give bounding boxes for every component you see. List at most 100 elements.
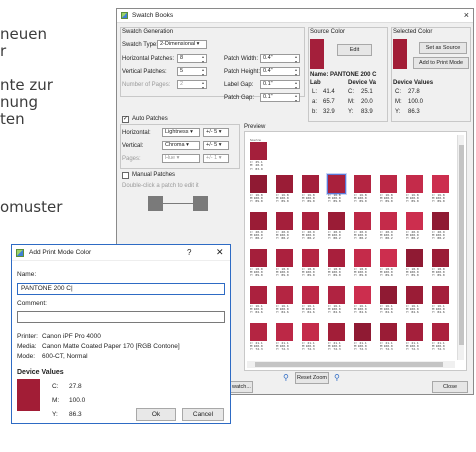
auto-horizontal-range[interactable]: +/- 5 ▾ bbox=[203, 128, 229, 137]
preview-patch[interactable]: C: 16.8 M:100.0 Y: 89.0 bbox=[354, 175, 371, 204]
preview-patch[interactable]: C: 21.1 M:100.0 Y: 72.3 bbox=[276, 323, 293, 352]
name-label: Name: bbox=[17, 271, 37, 278]
patch-values: C: 16.1 M:100.0 Y: 84.6 bbox=[432, 304, 445, 315]
patch-values: C: 25.1 M: 20.0 Y: 83.9 bbox=[250, 160, 263, 171]
preview-patch[interactable]: C: 21.1 M:100.0 Y: 72.3 bbox=[354, 323, 371, 352]
set-as-source-button[interactable]: Set as Source bbox=[419, 42, 467, 54]
preview-patch[interactable]: C: 21.1 M:100.0 Y: 72.3 bbox=[406, 323, 423, 352]
device-c-value: 25.1 bbox=[361, 89, 373, 95]
auto-vertical-range[interactable]: +/- 5 ▾ bbox=[203, 141, 229, 150]
close-icon[interactable]: × bbox=[464, 10, 469, 20]
vertical-patches-stepper[interactable]: 5 bbox=[177, 67, 207, 77]
swatch-books-titlebar: Swatch Books × bbox=[117, 9, 473, 23]
preview-patch[interactable]: C: 18.0 M:100.0 Y: 89.0 bbox=[302, 249, 319, 278]
preview-patch[interactable]: C: 16.8 M:100.0 Y: 89.0 bbox=[432, 175, 449, 204]
preview-patch[interactable]: C: 20.9 M:100.0 Y: 88.2 bbox=[302, 212, 319, 241]
manual-patch[interactable] bbox=[148, 196, 163, 211]
preview-patch[interactable]: C: 20.9 M:100.0 Y: 88.2 bbox=[328, 212, 345, 241]
preview-patch[interactable]: C: 18.0 M:100.0 Y: 89.0 bbox=[380, 249, 397, 278]
patch-values: C: 16.1 M:100.0 Y: 84.6 bbox=[276, 304, 289, 315]
preview-patch[interactable]: C: 16.1 M:100.0 Y: 84.6 bbox=[276, 286, 293, 315]
auto-horizontal-select[interactable]: Lightness ▾ bbox=[162, 128, 200, 137]
patch-color bbox=[250, 323, 267, 341]
preview-patch[interactable]: C: 16.1 M:100.0 Y: 84.6 bbox=[406, 286, 423, 315]
help-icon[interactable]: ? bbox=[187, 248, 191, 257]
selected-m-label: M: bbox=[395, 99, 402, 105]
preview-patch[interactable]: C: 16.8 M:100.0 Y: 89.0 bbox=[302, 175, 319, 204]
comment-field[interactable] bbox=[17, 311, 225, 323]
preview-patch[interactable]: C: 21.1 M:100.0 Y: 72.3 bbox=[302, 323, 319, 352]
preview-patch[interactable]: C: 20.9 M:100.0 Y: 88.2 bbox=[276, 212, 293, 241]
preview-patch[interactable]: C: 20.9 M:100.0 Y: 88.2 bbox=[380, 212, 397, 241]
preview-patch[interactable]: C: 18.0 M:100.0 Y: 89.0 bbox=[354, 249, 371, 278]
patch-values: C: 16.1 M:100.0 Y: 84.6 bbox=[250, 304, 263, 315]
close-button[interactable]: Close bbox=[432, 381, 468, 393]
preview-patch[interactable]: C: 16.8 M:100.0 Y: 89.0 bbox=[380, 175, 397, 204]
preview-patch[interactable]: C: 21.1 M:100.0 Y: 72.3 bbox=[328, 323, 345, 352]
auto-pages-range[interactable]: +/- 1 ▾ bbox=[203, 154, 229, 163]
label-gap-stepper[interactable]: 0.1" bbox=[260, 80, 300, 90]
source-patch[interactable]: Source C: 25.1 M: 20.0 Y: 83.9 bbox=[250, 138, 267, 171]
preview-patch[interactable]: C: 16.1 M:100.0 Y: 84.6 bbox=[380, 286, 397, 315]
preview-patch[interactable]: C: 16.1 M:100.0 Y: 84.6 bbox=[328, 286, 345, 315]
preview-patch[interactable]: C: 20.9 M:100.0 Y: 88.2 bbox=[432, 212, 449, 241]
preview-patch[interactable]: C: 20.9 M:100.0 Y: 88.2 bbox=[354, 212, 371, 241]
preview-patch[interactable]: C: 20.9 M:100.0 Y: 88.2 bbox=[406, 212, 423, 241]
preview-patch[interactable]: C: 16.1 M:100.0 Y: 84.6 bbox=[302, 286, 319, 315]
patch-values: C: 18.0 M:100.0 Y: 89.0 bbox=[328, 267, 341, 278]
preview-patch[interactable]: C: 16.8 M:100.0 Y: 89.0 bbox=[406, 175, 423, 204]
patch-color bbox=[250, 212, 267, 230]
preview-canvas[interactable]: Source C: 25.1 M: 20.0 Y: 83.9 C: 16.8 M… bbox=[247, 135, 455, 356]
zoom-in-icon[interactable]: ⚲ bbox=[334, 373, 340, 382]
preview-patch[interactable]: C: 20.9 M:100.0 Y: 88.2 bbox=[250, 212, 267, 241]
number-of-pages-stepper[interactable]: 2 bbox=[177, 80, 207, 90]
close-icon[interactable]: ✕ bbox=[216, 247, 224, 258]
auto-pages-select[interactable]: Hue ▾ bbox=[162, 154, 200, 163]
preview-horizontal-scrollbar[interactable] bbox=[247, 361, 455, 368]
ok-button[interactable]: Ok bbox=[136, 408, 176, 421]
preview-patch[interactable]: C: 18.0 M:100.0 Y: 89.0 bbox=[276, 249, 293, 278]
auto-vertical-select[interactable]: Chroma ▾ bbox=[162, 141, 200, 150]
preview-patch[interactable]: C: 18.0 M:100.0 Y: 89.0 bbox=[250, 249, 267, 278]
name-field[interactable]: PANTONE 200 C| bbox=[17, 283, 225, 295]
preview-patch[interactable]: C: 16.8 M:100.0 Y: 89.0 bbox=[276, 175, 293, 204]
preview-patch[interactable]: C: 18.0 M:100.0 Y: 89.0 bbox=[328, 249, 345, 278]
manual-patch[interactable] bbox=[193, 196, 208, 211]
patch-values: C: 16.8 M:100.0 Y: 89.0 bbox=[328, 193, 341, 204]
y-label: Y: bbox=[52, 411, 58, 418]
bg-line: nte zur bbox=[0, 76, 53, 94]
preview-patch[interactable]: C: 18.0 M:100.0 Y: 89.0 bbox=[432, 249, 449, 278]
patch-height-stepper[interactable]: 0.4" bbox=[260, 67, 300, 77]
patch-width-stepper[interactable]: 0.4" bbox=[260, 54, 300, 64]
selected-y-value: 86.3 bbox=[408, 109, 420, 115]
preview-patch[interactable]: C: 16.1 M:100.0 Y: 84.6 bbox=[250, 286, 267, 315]
lab-l-label: L: bbox=[312, 89, 318, 95]
swatch-type-select[interactable]: 2-Dimensional ▾ bbox=[157, 40, 207, 49]
horizontal-patches-stepper[interactable]: 8 bbox=[177, 54, 207, 64]
bg-line: omuster bbox=[0, 198, 63, 216]
preview-vertical-scrollbar[interactable] bbox=[457, 135, 464, 360]
selected-color-swatch bbox=[393, 39, 407, 69]
swatch-action-button[interactable]: watch... bbox=[229, 381, 253, 393]
patch-color bbox=[328, 249, 345, 267]
preview-patch[interactable]: C: 16.8 M:100.0 Y: 89.0 bbox=[250, 175, 267, 204]
reset-zoom-button[interactable]: Reset Zoom bbox=[295, 372, 329, 384]
add-to-print-mode-button[interactable]: Add to Print Mode bbox=[413, 57, 469, 69]
preview-patch[interactable]: C: 16.8 M:100.0 Y: 89.0 bbox=[327, 174, 346, 204]
preview-patch[interactable]: C: 16.1 M:100.0 Y: 84.6 bbox=[432, 286, 449, 315]
manual-patches-checkbox[interactable] bbox=[122, 172, 129, 179]
patch-values: C: 21.1 M:100.0 Y: 72.3 bbox=[302, 341, 315, 352]
patch-values: C: 21.1 M:100.0 Y: 72.3 bbox=[406, 341, 419, 352]
preview-patch[interactable]: C: 21.1 M:100.0 Y: 72.3 bbox=[432, 323, 449, 352]
patch-values: C: 16.1 M:100.0 Y: 84.6 bbox=[354, 304, 367, 315]
zoom-out-icon[interactable]: ⚲ bbox=[283, 373, 289, 382]
preview-patch[interactable]: C: 18.0 M:100.0 Y: 89.0 bbox=[406, 249, 423, 278]
patch-gap-stepper[interactable]: 0.1" bbox=[260, 93, 300, 103]
edit-button[interactable]: Edit bbox=[337, 44, 372, 56]
preview-patch[interactable]: C: 16.1 M:100.0 Y: 84.6 bbox=[354, 286, 371, 315]
preview-patch[interactable]: C: 21.1 M:100.0 Y: 72.3 bbox=[250, 323, 267, 352]
preview-patch[interactable]: C: 21.1 M:100.0 Y: 72.3 bbox=[380, 323, 397, 352]
patch-color bbox=[250, 175, 267, 193]
auto-patches-checkbox[interactable]: ✓ bbox=[122, 116, 129, 123]
cancel-button[interactable]: Cancel bbox=[182, 408, 224, 421]
